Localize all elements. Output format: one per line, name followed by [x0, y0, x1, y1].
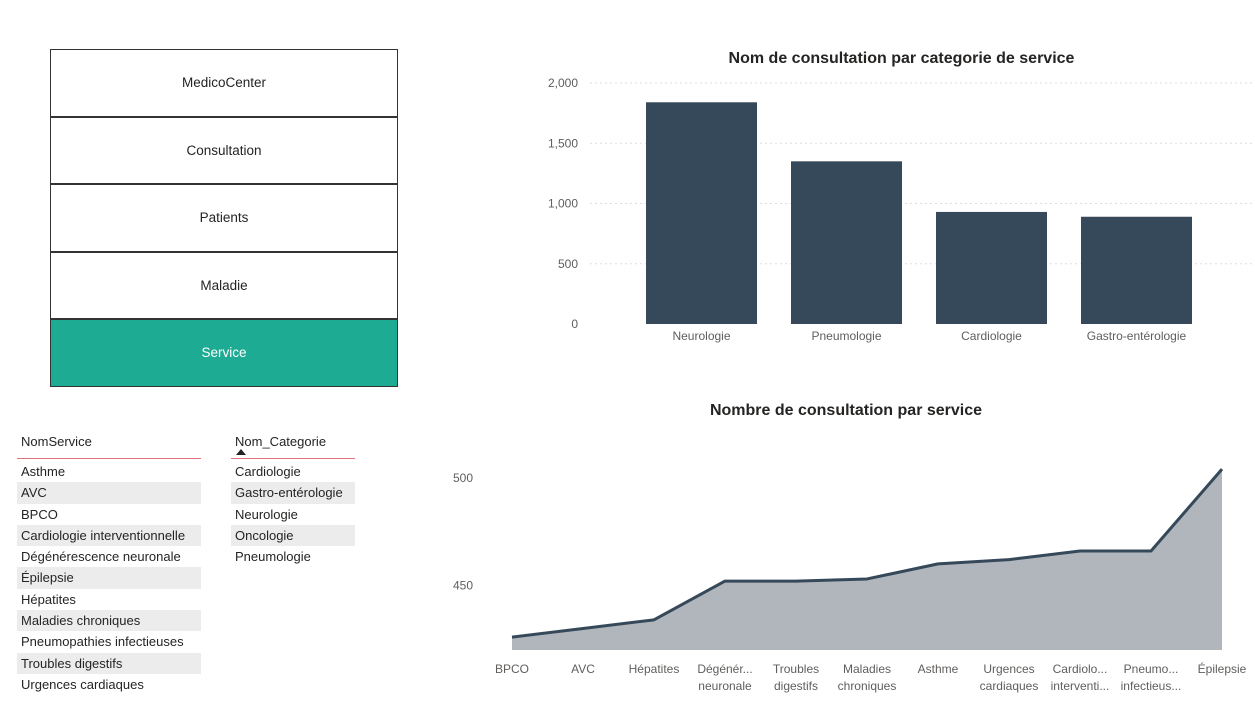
area-chart-title: Nombre de consultation par service	[709, 402, 983, 419]
bar-cardiologie	[936, 211, 1047, 324]
x-tick-label: Gastro-entérologie	[1087, 329, 1187, 343]
x-tick-label: Neurologie	[672, 329, 730, 343]
y-tick-label: 2,000	[548, 76, 578, 90]
bar-pneumologie	[791, 161, 902, 324]
y-tick-label: 500	[558, 257, 578, 271]
x-tick-label: Pneumologie	[811, 329, 881, 343]
x-tick-label: Cardiologie	[961, 329, 1022, 343]
bar-gastro-ent-rologie	[1081, 216, 1192, 324]
bar-chart: 0 500 1,000 1,500 2,000 Neurologie Pneumologie…	[548, 76, 1255, 343]
bar-neurologie	[646, 102, 757, 324]
y-tick-label: 0	[571, 317, 578, 331]
y-tick-label: 1,500	[548, 136, 578, 150]
y-tick-label: 1,000	[548, 197, 578, 211]
